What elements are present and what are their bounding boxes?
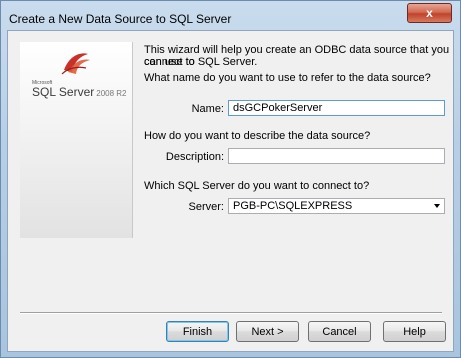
intro-line-2: connect to SQL Server.: [144, 56, 258, 68]
name-input[interactable]: [228, 100, 445, 116]
cancel-button[interactable]: Cancel: [308, 321, 371, 342]
description-question: How do you want to describe the data sou…: [144, 130, 371, 142]
product-version: 2008 R2: [96, 89, 127, 98]
window-title: Create a New Data Source to SQL Server: [9, 12, 232, 26]
server-label: Server:: [188, 201, 224, 213]
next-button[interactable]: Next >: [236, 321, 299, 342]
description-label: Description:: [165, 151, 224, 163]
help-button[interactable]: Help: [383, 321, 446, 342]
product-name: SQL Server: [32, 85, 95, 99]
close-button[interactable]: x: [407, 3, 452, 23]
server-selected-value: PGB-PC\SQLEXPRESS: [233, 200, 353, 212]
sql-server-splash-panel: Microsoft SQL Server 2008 R2: [20, 42, 133, 238]
sql-server-logo-icon: [61, 53, 90, 75]
button-divider: [20, 312, 442, 314]
sql-server-wordmark: SQL Server 2008 R2: [32, 85, 127, 99]
server-combobox[interactable]: PGB-PC\SQLEXPRESS: [228, 198, 445, 214]
finish-button[interactable]: Finish: [166, 321, 229, 342]
name-question: What name do you want to use to refer to…: [144, 72, 431, 84]
description-input[interactable]: [228, 148, 445, 164]
name-label: Name:: [191, 103, 224, 115]
server-question: Which SQL Server do you want to connect …: [144, 180, 370, 192]
close-icon: x: [426, 6, 433, 20]
chevron-down-icon: [434, 204, 440, 208]
